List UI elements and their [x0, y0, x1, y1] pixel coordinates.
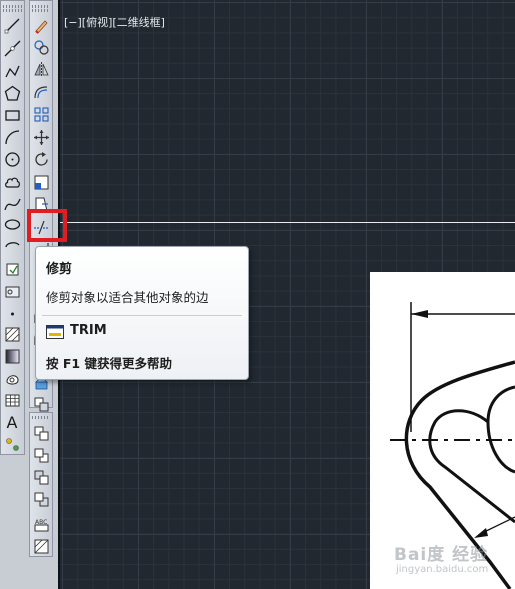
tooltip-title: 修剪 — [46, 262, 73, 277]
send-to-back-icon[interactable] — [31, 445, 51, 465]
dimension-arrow — [411, 310, 428, 318]
trim-tool-highlight — [27, 209, 67, 242]
tooltip-help-hint: 按 F1 键获得更多帮助 — [46, 356, 172, 371]
trim-tooltip: 修剪 修剪对象以适合其他对象的边 TRIM 按 F1 键获得更多帮助 — [35, 246, 249, 380]
add-selected-icon[interactable] — [2, 434, 22, 454]
toolbar-grip-2 — [3, 9, 22, 12]
polyline-icon[interactable] — [2, 61, 22, 81]
circle-icon[interactable] — [2, 149, 22, 169]
hatch-icon[interactable] — [2, 324, 22, 344]
erase-icon[interactable] — [31, 15, 51, 35]
watermark-brand: Bai度 经验 — [394, 545, 489, 565]
bring-to-front-icon[interactable] — [31, 423, 51, 443]
line-icon[interactable] — [2, 15, 22, 35]
autocad-window: [−][俯视][二维线框] A ABC 修剪 修剪对象以适合其他对象的边 TRI… — [0, 0, 515, 589]
point-icon[interactable] — [2, 302, 22, 322]
polygon-icon[interactable] — [2, 83, 22, 103]
revision-cloud-icon[interactable] — [2, 172, 22, 192]
slot-arc — [486, 385, 515, 474]
multiline-text-icon[interactable]: A — [2, 412, 22, 432]
hatch-to-back-icon[interactable] — [31, 536, 51, 556]
toolbar-grip[interactable] — [3, 5, 22, 8]
offset-icon[interactable] — [31, 82, 51, 102]
command-line-icon — [46, 325, 64, 339]
tooltip-command-name: TRIM — [70, 323, 107, 338]
watermark-url: jingyan.baidu.com — [396, 564, 489, 575]
ellipse-arc-icon[interactable] — [2, 236, 22, 256]
rotate-icon[interactable] — [31, 149, 51, 169]
text-to-front-icon[interactable]: ABC — [31, 514, 51, 534]
leader-arrow — [474, 528, 488, 538]
construction-line — [60, 222, 515, 223]
draw-order-toolbar: ABC — [29, 412, 53, 557]
bring-above-icon[interactable] — [31, 467, 51, 487]
text-glyph: A — [6, 412, 18, 432]
tooltip-description: 修剪对象以适合其他对象的边 — [46, 290, 209, 305]
viewport-controls-label[interactable]: [−][俯视][二维线框] — [64, 14, 165, 30]
draw-order-front-icon[interactable] — [31, 394, 51, 414]
send-under-icon[interactable] — [31, 489, 51, 509]
move-icon[interactable] — [31, 127, 51, 147]
table-icon[interactable] — [2, 390, 22, 410]
array-icon[interactable] — [31, 104, 51, 124]
arc-icon[interactable] — [2, 127, 22, 147]
spline-icon[interactable] — [2, 194, 22, 214]
rectangle-icon[interactable] — [2, 105, 22, 125]
make-block-icon[interactable] — [2, 281, 22, 301]
mirror-icon[interactable] — [31, 59, 51, 79]
construction-line-icon[interactable] — [2, 38, 22, 58]
scale-icon[interactable] — [31, 172, 51, 192]
baidu-watermark: Bai度 经验 jingyan.baidu.com — [390, 538, 515, 588]
draw-toolbar: A — [0, 0, 25, 455]
toolbar-grip-2 — [32, 9, 50, 12]
ellipse-icon[interactable] — [2, 214, 22, 234]
copy-icon[interactable] — [31, 37, 51, 57]
insert-block-icon[interactable] — [2, 259, 22, 279]
tooltip-divider — [42, 315, 242, 316]
toolbar-grip[interactable] — [32, 416, 50, 419]
toolbar-grip[interactable] — [32, 5, 50, 8]
region-icon[interactable] — [2, 368, 22, 388]
gradient-icon[interactable] — [2, 346, 22, 366]
